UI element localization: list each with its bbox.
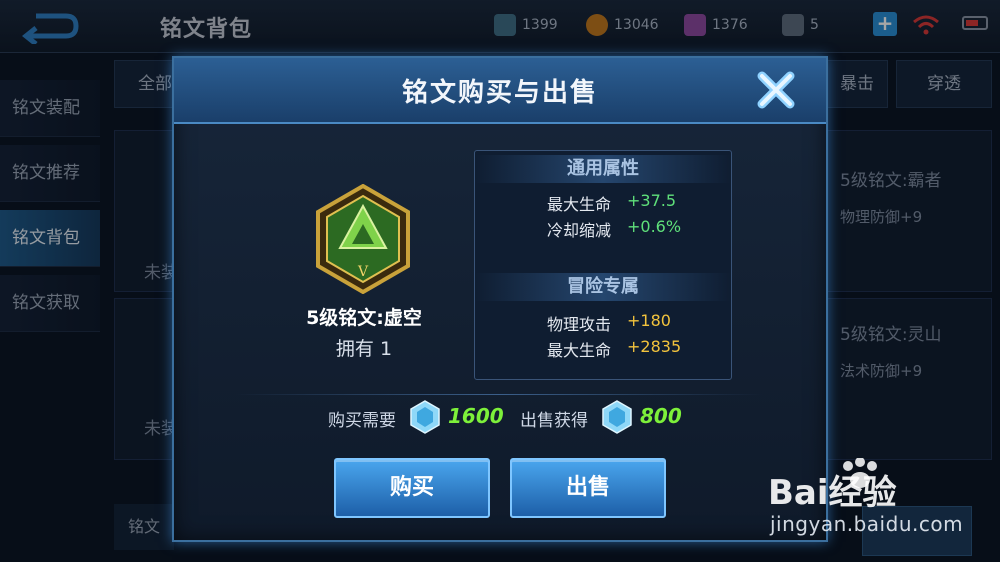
section-heading-adventure: 冒险专属 bbox=[475, 273, 731, 301]
dialog-title: 铭文购买与出售 bbox=[401, 78, 598, 108]
baidu-jingyan-logo: Bai经验 bbox=[768, 458, 897, 508]
dialog-header: 铭文购买与出售 bbox=[174, 58, 826, 124]
rune-name: 5级铭文:虚空 bbox=[306, 307, 422, 329]
attr-label: 冷却缩减 bbox=[546, 221, 611, 240]
attr-value: +180 bbox=[627, 311, 671, 330]
rune-hexagon-icon: V bbox=[316, 184, 410, 294]
buy-button[interactable]: 购买 bbox=[334, 458, 490, 518]
close-icon[interactable] bbox=[754, 68, 798, 112]
attr-value: +2835 bbox=[627, 337, 682, 356]
buy-price-label: 购买需要 bbox=[328, 411, 396, 431]
attr-label: 物理攻击 bbox=[546, 315, 611, 334]
attr-label: 最大生命 bbox=[546, 195, 611, 214]
watermark-logo-text: Bai经验 bbox=[768, 473, 897, 508]
attribute-panel: 通用属性 最大生命 +37.5 冷却缩减 +0.6% 冒险专属 物理攻击 +18… bbox=[474, 150, 732, 380]
price-divider bbox=[234, 394, 764, 395]
attr-row: 物理攻击 +180 bbox=[475, 311, 731, 335]
rune-trade-dialog: 铭文购买与出售 V 5级铭文:虚空 拥有 1 通用属性 最大生命 +37.5 冷… bbox=[172, 56, 828, 542]
section-heading-general: 通用属性 bbox=[475, 155, 731, 183]
attr-row: 最大生命 +2835 bbox=[475, 337, 731, 361]
attr-row: 最大生命 +37.5 bbox=[475, 191, 731, 215]
watermark-url: jingyan.baidu.com bbox=[770, 512, 964, 536]
sell-price-label: 出售获得 bbox=[520, 411, 588, 431]
diamond-icon bbox=[602, 400, 632, 434]
owned-count: 拥有 1 bbox=[335, 338, 393, 360]
rune-level-mark: V bbox=[357, 264, 369, 280]
sell-button[interactable]: 出售 bbox=[510, 458, 666, 518]
diamond-icon bbox=[410, 400, 440, 434]
attr-label: 最大生命 bbox=[546, 341, 611, 360]
sell-price-value: 800 bbox=[640, 404, 682, 428]
attr-row: 冷却缩减 +0.6% bbox=[475, 217, 731, 241]
attr-value: +37.5 bbox=[627, 191, 677, 210]
buy-price-value: 1600 bbox=[448, 404, 504, 428]
attr-value: +0.6% bbox=[627, 217, 682, 236]
